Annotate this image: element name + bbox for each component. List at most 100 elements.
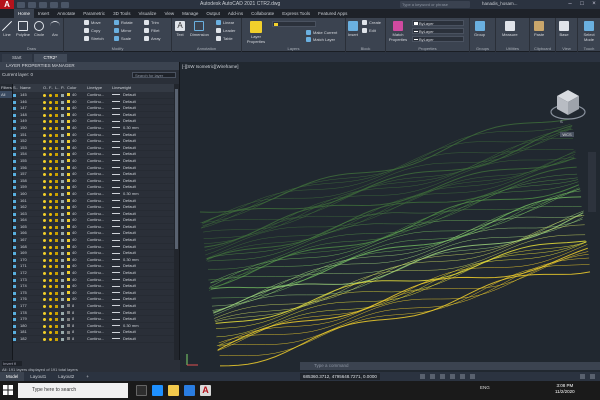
- layer-linetype[interactable]: Continu...: [87, 250, 112, 256]
- ribbon-tab-insert[interactable]: Insert: [34, 9, 53, 18]
- layer-color[interactable]: 40: [67, 151, 87, 157]
- layer-linetype[interactable]: Continu...: [87, 244, 112, 250]
- table-button[interactable]: Table: [216, 36, 233, 41]
- layout-tab-layout1[interactable]: Layout1: [24, 372, 52, 381]
- autocad-taskbar-icon[interactable]: A: [200, 385, 211, 396]
- linetype-dropdown[interactable]: ByLayer: [412, 36, 464, 42]
- layer-linetype[interactable]: Continu...: [87, 125, 112, 131]
- column-lineweight[interactable]: Lineweight: [112, 84, 162, 92]
- layer-row[interactable]: 165 40 Continu... Default: [13, 224, 176, 231]
- layer-linetype[interactable]: Continu...: [87, 303, 112, 309]
- save-icon[interactable]: [39, 1, 47, 8]
- layer-table-scrollbar[interactable]: [174, 84, 179, 360]
- layer-row[interactable]: 145 40 Continu... Default: [13, 92, 176, 99]
- layer-linetype[interactable]: Continu...: [87, 178, 112, 184]
- layer-lineweight[interactable]: 0.30 mm: [112, 125, 162, 131]
- layer-color[interactable]: 40: [67, 178, 87, 184]
- ribbon-tab-output[interactable]: Output: [202, 9, 224, 18]
- layer-lineweight[interactable]: Default: [112, 237, 162, 243]
- layer-row[interactable]: 177 8 Continu... Default: [13, 303, 176, 310]
- layer-row[interactable]: 166 40 Continu... Default: [13, 230, 176, 238]
- layer-color[interactable]: 40: [67, 191, 87, 197]
- layer-color[interactable]: 40: [67, 132, 87, 138]
- polyline-tool-button[interactable]: Polyline: [16, 21, 30, 37]
- ribbon-tab-home[interactable]: Home: [14, 9, 35, 18]
- layer-lineweight[interactable]: Default: [112, 310, 162, 316]
- group-button[interactable]: Group: [474, 21, 485, 37]
- layer-color[interactable]: 40: [67, 250, 87, 256]
- layer-lineweight[interactable]: Default: [112, 230, 162, 236]
- layer-linetype[interactable]: Continu...: [87, 316, 112, 322]
- polar-icon[interactable]: [460, 374, 465, 379]
- close-icon[interactable]: ×: [588, 0, 600, 9]
- layer-lineweight[interactable]: Default: [112, 217, 162, 223]
- layer-row[interactable]: 175 40 Continu... Default: [13, 290, 176, 297]
- layer-row[interactable]: 158 40 Continu... Default: [13, 178, 176, 185]
- layout-tab-model[interactable]: Model: [0, 372, 25, 381]
- layer-linetype[interactable]: Continu...: [87, 270, 112, 276]
- layer-color[interactable]: 40: [67, 270, 87, 276]
- layer-color[interactable]: 8: [67, 316, 87, 322]
- layer-lineweight[interactable]: Default: [112, 178, 162, 184]
- trim-button[interactable]: Trim: [144, 20, 159, 25]
- match-layer-button[interactable]: Match Layer: [306, 37, 335, 42]
- layer-row[interactable]: 172 40 Continu... Default: [13, 270, 176, 277]
- taskbar-search-input[interactable]: Type here to search: [18, 383, 128, 398]
- layer-row[interactable]: 173 40 Continu... Default: [13, 277, 176, 284]
- file-explorer-icon[interactable]: [168, 385, 179, 396]
- filter-all[interactable]: All: [0, 91, 12, 98]
- layer-color[interactable]: 40: [67, 296, 87, 302]
- layer-search-input[interactable]: Search for layer: [132, 72, 176, 78]
- layer-linetype[interactable]: Continu...: [87, 230, 112, 236]
- layer-linetype[interactable]: Continu...: [87, 310, 112, 316]
- layer-lineweight[interactable]: Default: [112, 244, 162, 250]
- layer-row[interactable]: 171 40 Continu... Default: [13, 263, 176, 271]
- viewcube-icon[interactable]: S: [548, 84, 588, 129]
- windows-start-icon[interactable]: [2, 384, 14, 396]
- layer-linetype[interactable]: Continu...: [87, 99, 112, 105]
- layer-lineweight[interactable]: Default: [112, 224, 162, 230]
- layer-linetype[interactable]: Continu...: [87, 336, 112, 342]
- dimension-tool-button[interactable]: Dimension: [190, 21, 209, 37]
- copy-button[interactable]: Copy: [84, 28, 100, 33]
- layer-linetype[interactable]: Continu...: [87, 217, 112, 223]
- open-file-icon[interactable]: [28, 1, 36, 8]
- layer-color[interactable]: 40: [67, 105, 87, 111]
- layer-row[interactable]: 163 40 Continu... Default: [13, 211, 176, 218]
- layer-linetype[interactable]: Continu...: [87, 290, 112, 296]
- column-linetype[interactable]: Linetype: [87, 84, 112, 92]
- ribbon-tab-annotate[interactable]: Annotate: [53, 9, 79, 18]
- ribbon-tab-add-ins[interactable]: Add-ins: [224, 9, 247, 18]
- layer-linetype[interactable]: Continu...: [87, 224, 112, 230]
- layer-lineweight[interactable]: Default: [112, 250, 162, 256]
- layer-dropdown[interactable]: [272, 21, 316, 27]
- layer-linetype[interactable]: Continu...: [87, 296, 112, 302]
- create-block-button[interactable]: Create: [362, 20, 381, 25]
- layer-lineweight[interactable]: Default: [112, 316, 162, 322]
- ribbon-tab-visualize[interactable]: Visualize: [135, 9, 161, 18]
- layer-row[interactable]: 178 8 Continu... Default: [13, 310, 176, 317]
- layer-row[interactable]: 151 40 Continu... Default: [13, 132, 176, 139]
- circle-tool-button[interactable]: Circle: [34, 21, 44, 37]
- layer-linetype[interactable]: Continu...: [87, 145, 112, 151]
- layer-linetype[interactable]: Continu...: [87, 323, 112, 329]
- layer-linetype[interactable]: Continu...: [87, 204, 112, 210]
- layer-lineweight[interactable]: Default: [112, 138, 162, 144]
- drawing-viewport[interactable]: [-][SW Isometric][Wireframe] S WCS Type …: [180, 62, 600, 372]
- layer-color[interactable]: 40: [67, 230, 87, 236]
- layer-color[interactable]: 40: [67, 204, 87, 210]
- layer-row[interactable]: 153 40 Continu... Default: [13, 145, 176, 152]
- lineweight-dropdown[interactable]: ByLayer: [412, 28, 464, 34]
- layer-linetype[interactable]: Continu...: [87, 198, 112, 204]
- layer-lineweight[interactable]: Default: [112, 105, 162, 111]
- edge-browser-icon[interactable]: [152, 385, 163, 396]
- layer-color[interactable]: 40: [67, 237, 87, 243]
- ortho-icon[interactable]: [450, 374, 455, 379]
- layer-linetype[interactable]: Continu...: [87, 191, 112, 197]
- layer-row[interactable]: 157 40 Continu... Default: [13, 171, 176, 178]
- layer-lineweight[interactable]: Default: [112, 112, 162, 118]
- layer-linetype[interactable]: Continu...: [87, 158, 112, 164]
- layer-linetype[interactable]: Continu...: [87, 118, 112, 124]
- language-indicator[interactable]: ENG: [480, 385, 490, 390]
- layer-row[interactable]: 161 40 Continu... Default: [13, 198, 176, 205]
